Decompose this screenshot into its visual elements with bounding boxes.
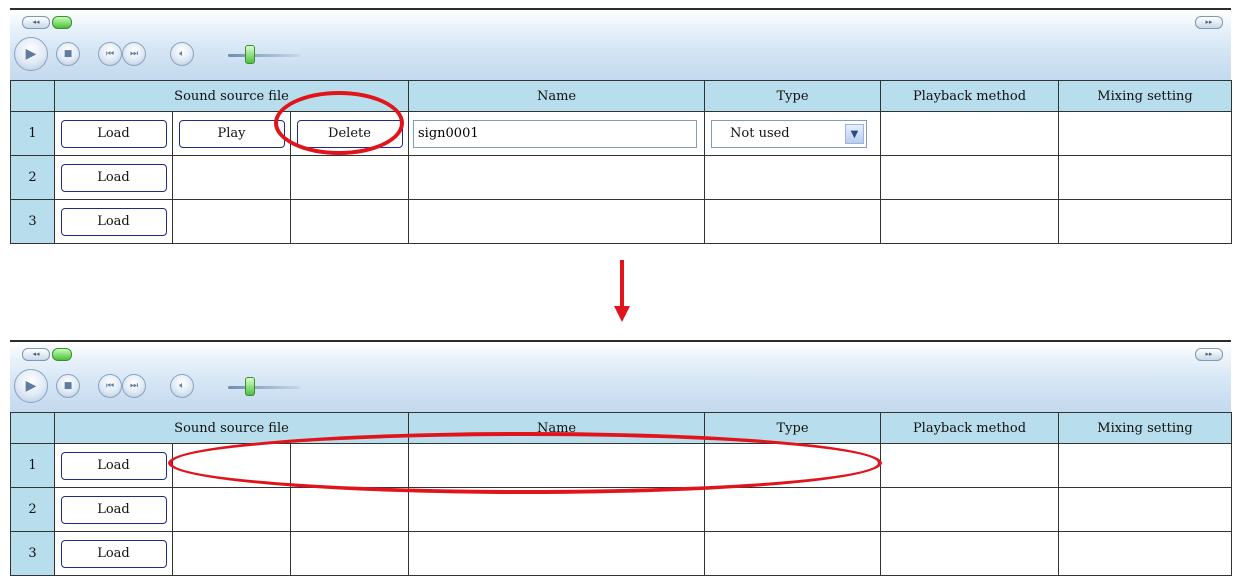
play-icon[interactable]: ▶ — [14, 369, 48, 403]
table-row: 2 Load — [10, 487, 1233, 532]
play-button[interactable]: Play — [178, 119, 285, 148]
mini-rewind-button[interactable]: ◂◂ — [22, 16, 50, 29]
cleared-cells-highlight-ellipse — [168, 432, 882, 494]
chevron-down-icon[interactable]: ▼ — [845, 123, 865, 144]
previous-icon[interactable]: ⏮ — [98, 42, 122, 66]
header-mixing-setting: Mixing setting — [1058, 412, 1233, 444]
row-number: 2 — [10, 155, 55, 200]
table-row: 2 Load — [10, 155, 1233, 200]
row-number: 1 — [10, 443, 55, 488]
mini-forward-button[interactable]: ▸▸ — [1195, 16, 1223, 29]
row-number: 3 — [10, 531, 55, 576]
header-name: Name — [408, 80, 706, 112]
volume-slider-knob[interactable] — [245, 45, 255, 64]
type-select-value: Not used — [730, 125, 790, 141]
next-icon[interactable]: ⏭ — [122, 42, 146, 66]
header-mixing-setting: Mixing setting — [1058, 80, 1233, 112]
load-button[interactable]: Load — [60, 163, 167, 192]
stop-icon[interactable]: ■ — [56, 374, 80, 398]
mini-forward-button[interactable]: ▸▸ — [1195, 348, 1223, 361]
sound-table-before: Sound source file Name Type Playback met… — [10, 80, 1233, 244]
table-row: 3 Load — [10, 199, 1233, 244]
type-select[interactable]: Not used ▼ — [711, 119, 868, 148]
mixing-setting-cell — [1058, 111, 1233, 156]
header-playback-method: Playback method — [880, 80, 1060, 112]
before-panel: ◂◂ ▸▸ ▶ ■ ⏮ ⏭ 🔈︎ Sound source file Name … — [10, 8, 1233, 246]
table-row: 3 Load — [10, 531, 1233, 576]
mini-mode-button[interactable] — [52, 348, 72, 361]
delete-highlight-ellipse — [274, 91, 404, 155]
header-playback-method: Playback method — [880, 412, 1060, 444]
load-button[interactable]: Load — [60, 207, 167, 236]
row-number: 1 — [10, 111, 55, 156]
load-button[interactable]: Load — [60, 119, 167, 148]
row-number: 3 — [10, 199, 55, 244]
stop-icon[interactable]: ■ — [56, 42, 80, 66]
transition-arrow-line — [620, 260, 624, 310]
load-button[interactable]: Load — [60, 451, 167, 480]
volume-icon[interactable]: 🔈︎ — [170, 374, 194, 398]
row-number: 2 — [10, 487, 55, 532]
name-field[interactable] — [413, 119, 698, 148]
down-arrow-icon — [614, 306, 630, 322]
mini-mode-button[interactable] — [52, 16, 72, 29]
header-type: Type — [704, 80, 882, 112]
header-row: Sound source file Name Type Playback met… — [10, 80, 1233, 112]
volume-slider-knob[interactable] — [245, 377, 255, 396]
media-player-bar: ◂◂ ▸▸ ▶ ■ ⏮ ⏭ 🔈︎ — [10, 340, 1231, 412]
load-button[interactable]: Load — [60, 495, 167, 524]
table-row: 1 Load Play Delete Not used ▼ — [10, 111, 1233, 156]
header-rownum — [10, 80, 55, 112]
mini-rewind-button[interactable]: ◂◂ — [22, 348, 50, 361]
play-icon[interactable]: ▶ — [14, 37, 48, 71]
playback-method-cell — [880, 111, 1060, 156]
next-icon[interactable]: ⏭ — [122, 374, 146, 398]
media-player-bar: ◂◂ ▸▸ ▶ ■ ⏮ ⏭ 🔈︎ — [10, 8, 1231, 80]
load-button[interactable]: Load — [60, 539, 167, 568]
volume-slider-track[interactable] — [228, 54, 300, 57]
previous-icon[interactable]: ⏮ — [98, 374, 122, 398]
header-rownum — [10, 412, 55, 444]
volume-icon[interactable]: 🔈︎ — [170, 42, 194, 66]
volume-slider-track[interactable] — [228, 386, 300, 389]
